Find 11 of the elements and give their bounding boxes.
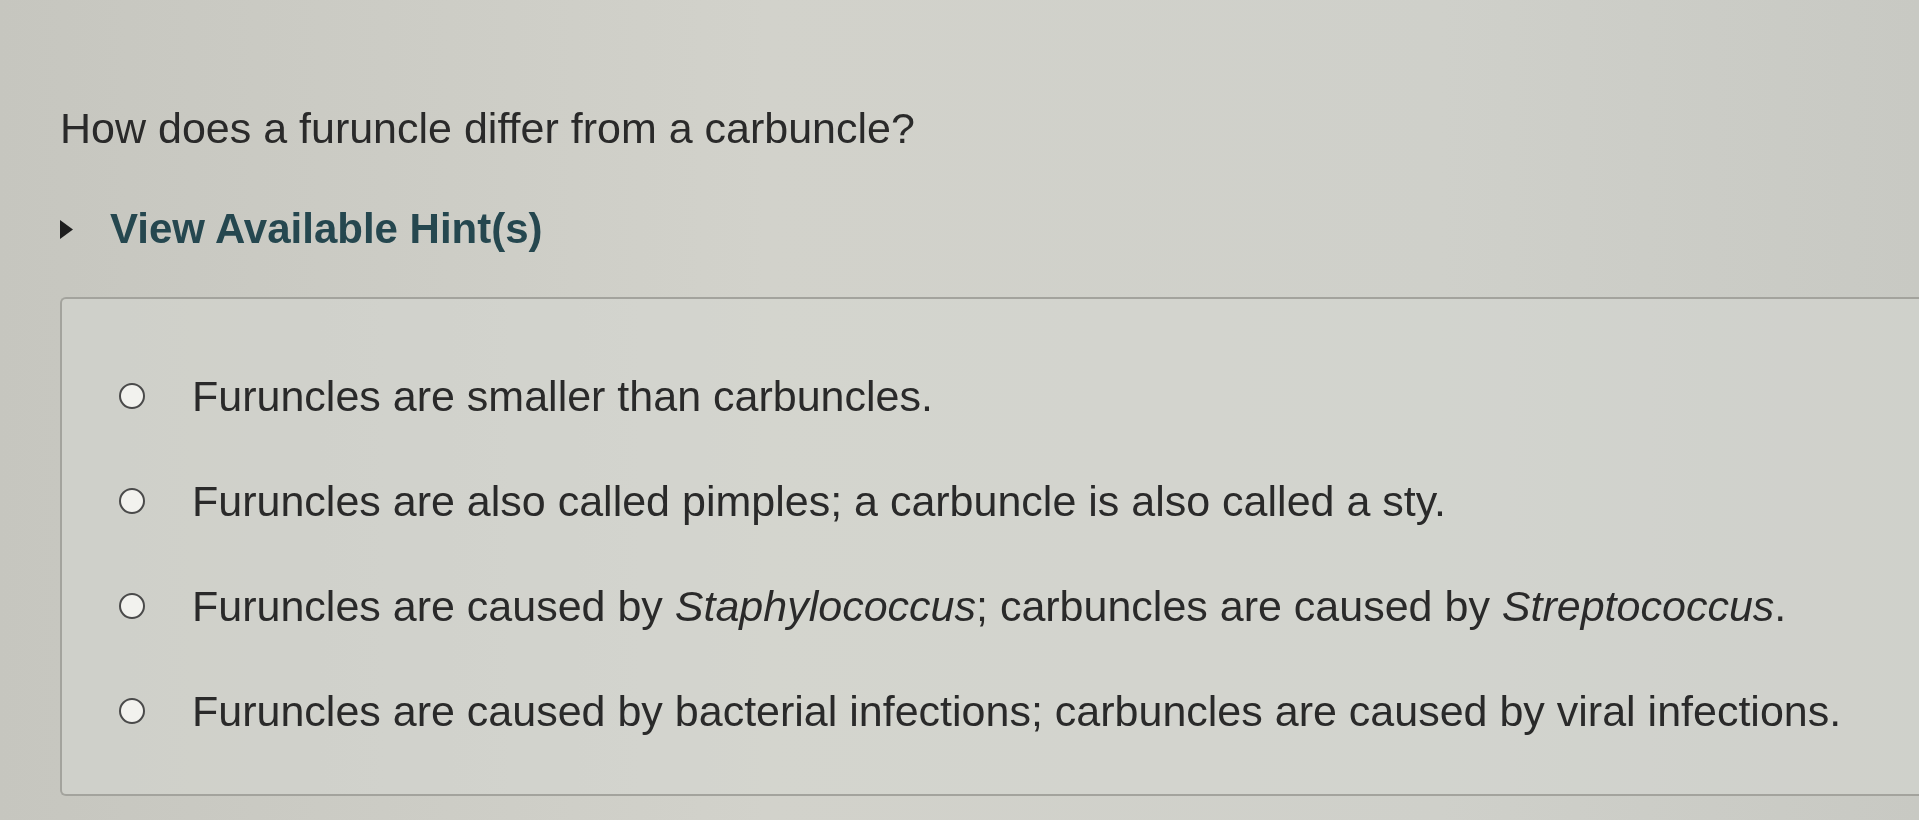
radio-button[interactable] — [119, 382, 145, 409]
radio-button[interactable] — [119, 592, 145, 619]
radio-button[interactable] — [119, 697, 145, 724]
option-label[interactable]: Furuncles are also called pimples; a carbuncle is also called a sty. — [192, 475, 1446, 526]
option-label[interactable]: Furuncles are caused by bacterial infections; carbuncles are caused by viral infections. — [192, 685, 1842, 736]
hint-toggle[interactable]: View Available Hint(s) — [60, 204, 543, 254]
option-label[interactable]: Furuncles are caused by Staphylococcus; carbuncles are caused by Streptococcus. — [192, 580, 1787, 631]
option-label[interactable]: Furuncles are smaller than carbuncles. — [192, 370, 933, 421]
radio-button[interactable] — [119, 487, 145, 514]
caret-icon — [60, 219, 73, 239]
question-text: How does a furuncle differ from a carbuncle? — [60, 103, 915, 153]
